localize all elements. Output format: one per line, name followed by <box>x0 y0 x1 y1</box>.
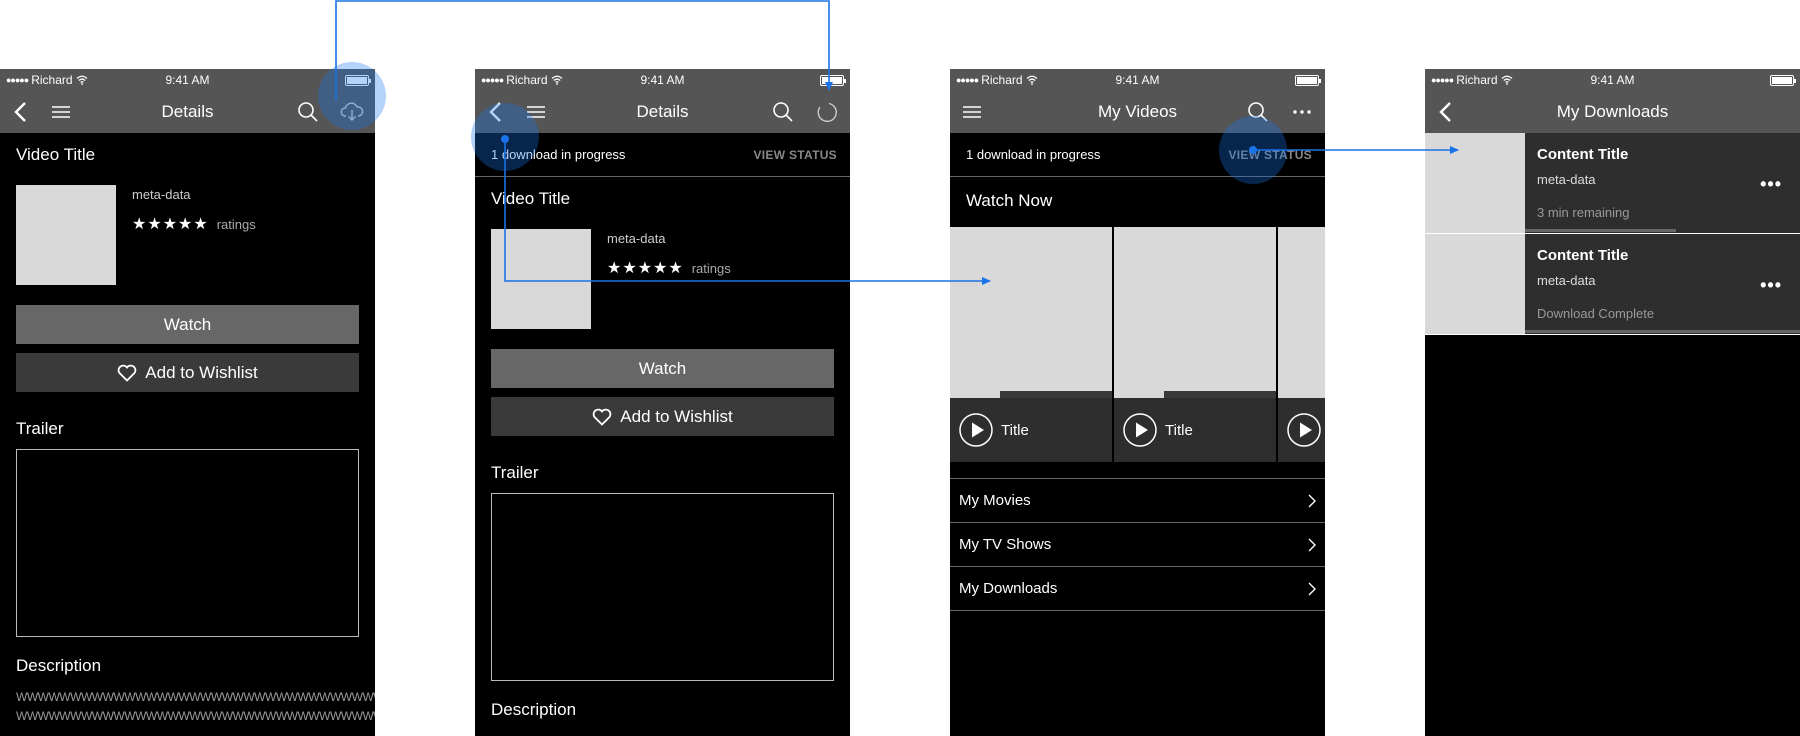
chevron-right-icon <box>1308 538 1316 551</box>
download-title: Content Title <box>1537 247 1629 264</box>
watch-button[interactable]: Watch <box>16 305 359 344</box>
status-time: 9:41 AM <box>165 73 210 87</box>
status-time: 9:41 AM <box>1115 73 1160 87</box>
download-progress-banner: 1 download in progress VIEW STATUS <box>475 133 850 177</box>
download-progress-text: 1 download in progress <box>966 147 1101 162</box>
more-options-icon[interactable]: ••• <box>1760 174 1782 195</box>
details-downloading-screen: ●●●●● Richard 9:41 AM Details 1 download… <box>475 69 850 736</box>
tile-title: Title <box>1001 421 1029 439</box>
nav-bar: My Downloads <box>1425 91 1800 133</box>
download-meta: meta-data <box>1537 273 1596 288</box>
status-bar: ●●●●● Richard 9:41 AM <box>475 69 850 91</box>
tile-poster <box>1114 227 1276 391</box>
play-icon[interactable] <box>1123 413 1157 447</box>
watch-button[interactable]: Watch <box>491 349 834 388</box>
ratings-label: ratings <box>216 216 256 232</box>
details-screen: ●●●●● Richard 9:41 AM Details Video Titl… <box>0 69 375 736</box>
more-icon[interactable] <box>1290 100 1314 124</box>
video-tile[interactable]: Title <box>1114 227 1276 462</box>
search-icon[interactable] <box>771 100 795 124</box>
download-title: Content Title <box>1537 146 1629 163</box>
my-downloads-screen: ●●●●● Richard 9:41 AM My Downloads Conte… <box>1425 69 1800 736</box>
download-meta: meta-data <box>1537 172 1596 187</box>
nav-bar: My Videos <box>950 91 1325 133</box>
wishlist-label: Add to Wishlist <box>620 406 733 426</box>
download-status: Download Complete <box>1537 306 1655 321</box>
nav-bar: Details <box>475 91 850 133</box>
tile-progress <box>950 391 1112 398</box>
play-icon[interactable] <box>959 413 993 447</box>
search-icon[interactable] <box>1246 100 1270 124</box>
chevron-right-icon <box>1308 582 1316 595</box>
download-progress-banner: 1 download in progress VIEW STATUS <box>950 133 1325 177</box>
meta-data: meta-data <box>132 187 191 202</box>
status-bar: ●●●●● Richard 9:41 AM <box>1425 69 1800 91</box>
download-status: 3 min remaining <box>1537 205 1630 220</box>
video-thumbnail <box>16 185 116 285</box>
video-title: Video Title <box>16 145 96 164</box>
search-icon[interactable] <box>296 100 320 124</box>
play-icon[interactable] <box>1287 413 1321 447</box>
chevron-right-icon <box>1308 494 1316 507</box>
list-item-my-movies[interactable]: My Movies <box>950 479 1325 523</box>
description-text: WWWWWWWWWWWWWWWWWWWWWWWWWWWWWWWWW WWWWWWW… <box>16 690 375 723</box>
ratings-label: ratings <box>691 260 731 276</box>
cloud-download-icon[interactable] <box>340 100 364 124</box>
download-item[interactable]: Content Title meta-data Download Complet… <box>1425 234 1800 335</box>
tile-progress <box>1278 391 1325 398</box>
star-rating: ★★★★★ <box>607 260 684 277</box>
status-bar: ●●●●● Richard 9:41 AM <box>0 69 375 91</box>
library-list: My Movies My TV Shows My Downloads <box>950 478 1325 611</box>
description-label: Description <box>491 700 577 719</box>
list-item-my-downloads[interactable]: My Downloads <box>950 567 1325 611</box>
video-tile[interactable] <box>1278 227 1325 462</box>
download-progress-bar <box>1525 330 1800 333</box>
trailer-player[interactable] <box>491 493 834 681</box>
download-thumbnail <box>1425 133 1525 233</box>
watch-now-header: Watch Now <box>966 191 1053 210</box>
trailer-player[interactable] <box>16 449 359 637</box>
download-progress-bar <box>1525 229 1677 232</box>
status-bar: ●●●●● Richard 9:41 AM <box>950 69 1325 91</box>
tile-title: Title <box>1165 421 1193 439</box>
status-time: 9:41 AM <box>640 73 685 87</box>
download-thumbnail <box>1425 234 1525 334</box>
more-options-icon[interactable]: ••• <box>1760 275 1782 296</box>
trailer-label: Trailer <box>16 419 64 438</box>
view-status-link[interactable]: VIEW STATUS <box>1228 148 1312 162</box>
heart-icon <box>117 364 137 382</box>
download-progress-text: 1 download in progress <box>491 147 626 162</box>
description-label: Description <box>16 656 102 675</box>
video-thumbnail <box>491 229 591 329</box>
tile-poster <box>950 227 1112 391</box>
tile-progress <box>1114 391 1276 398</box>
trailer-label: Trailer <box>491 463 539 482</box>
battery-icon <box>345 75 371 86</box>
my-videos-screen: ●●●●● Richard 9:41 AM My Videos 1 downlo… <box>950 69 1325 736</box>
page-title: My Downloads <box>1556 102 1669 121</box>
add-to-wishlist-button[interactable]: Add to Wishlist <box>16 353 359 392</box>
meta-data: meta-data <box>607 231 666 246</box>
battery-icon <box>1770 75 1796 86</box>
list-item-my-tv-shows[interactable]: My TV Shows <box>950 523 1325 567</box>
wishlist-label: Add to Wishlist <box>145 362 258 382</box>
nav-bar: Details <box>0 91 375 133</box>
view-status-link[interactable]: VIEW STATUS <box>753 148 837 162</box>
add-to-wishlist-button[interactable]: Add to Wishlist <box>491 397 834 436</box>
battery-icon <box>820 75 846 86</box>
heart-icon <box>592 408 612 426</box>
status-time: 9:41 AM <box>1590 73 1635 87</box>
watch-now-carousel[interactable]: Title Title <box>950 227 1325 462</box>
star-rating: ★★★★★ <box>132 216 209 233</box>
refresh-icon[interactable] <box>815 100 839 124</box>
battery-icon <box>1295 75 1321 86</box>
download-item[interactable]: Content Title meta-data 3 min remaining … <box>1425 133 1800 234</box>
video-tile[interactable]: Title <box>950 227 1112 462</box>
tile-poster <box>1278 227 1325 391</box>
video-title: Video Title <box>491 189 571 208</box>
